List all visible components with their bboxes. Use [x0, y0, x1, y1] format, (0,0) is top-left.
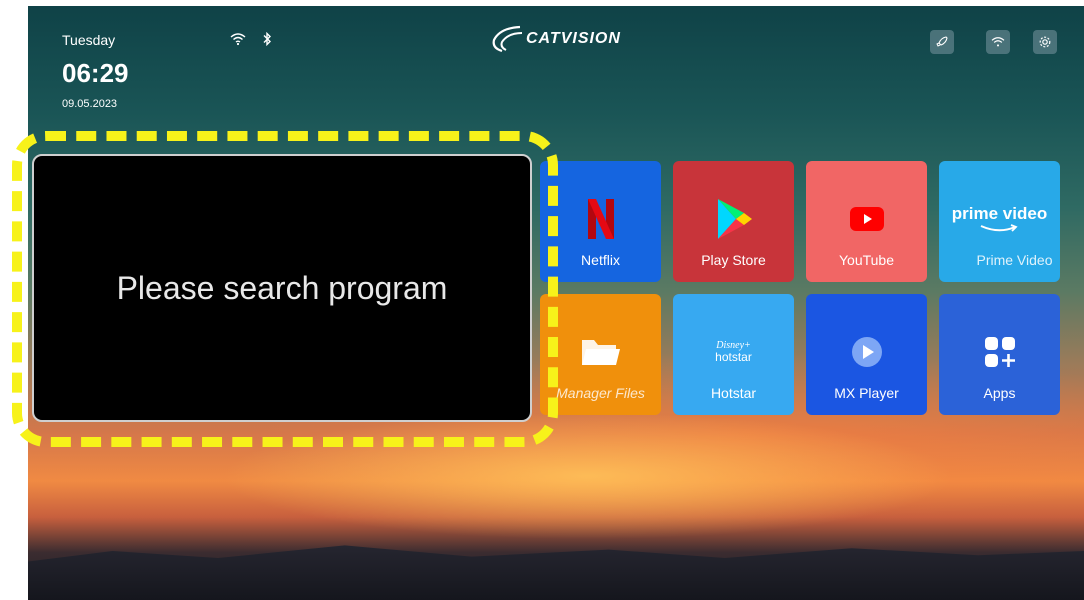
- clock-time: 06:29: [62, 58, 129, 88]
- app-tile-play-store[interactable]: Play Store: [673, 161, 794, 282]
- wifi-status-icon: [230, 32, 246, 51]
- date-label: 09.05.2023: [62, 98, 118, 110]
- app-tile-netflix[interactable]: Netflix: [540, 161, 661, 282]
- play-store-icon: [714, 191, 754, 247]
- tile-label: MX Player: [834, 385, 899, 401]
- tile-label: Manager: [556, 385, 612, 401]
- rocket-icon: [936, 36, 948, 47]
- prime-video-icon: prime video: [952, 191, 1047, 247]
- wifi-settings-button[interactable]: [986, 30, 1010, 54]
- tile-label: Files: [615, 385, 645, 401]
- rocket-button[interactable]: [930, 30, 954, 54]
- tile-label: YouTube: [838, 252, 894, 268]
- hotstar-icon: Disney+ hotstar: [715, 324, 752, 380]
- app-tile-youtube[interactable]: YouTube: [806, 161, 927, 282]
- hotstar-wordmark: hotstar: [715, 350, 752, 364]
- logo-swoosh-icon: [492, 25, 523, 53]
- highlight-annotation: [12, 131, 558, 447]
- mx-player-icon: [851, 324, 883, 380]
- tile-label-group: Manager Files: [540, 385, 661, 401]
- bluetooth-status-icon: [262, 31, 272, 51]
- netflix-icon: [586, 191, 616, 247]
- folder-icon: [580, 324, 622, 380]
- tile-label: Apps: [983, 385, 1016, 401]
- brand-logo: CATVISION: [490, 22, 621, 56]
- wifi-icon: [991, 37, 1005, 47]
- brand-logo-text: CATVISION: [526, 30, 621, 47]
- app-tile-apps[interactable]: Apps: [939, 294, 1060, 415]
- weekday-label: Tuesday: [62, 32, 116, 48]
- app-tile-hotstar[interactable]: Disney+ hotstar Hotstar: [673, 294, 794, 415]
- app-tile-mx-player[interactable]: MX Player: [806, 294, 927, 415]
- background-landscape: [28, 545, 1084, 600]
- tile-label: Prime Video: [976, 252, 1053, 268]
- apps-grid-icon: [983, 324, 1017, 380]
- gear-icon: [1039, 36, 1051, 48]
- settings-button[interactable]: [1033, 30, 1057, 54]
- tile-label: Play Store: [701, 252, 766, 268]
- app-tile-file-manager[interactable]: Manager Files: [540, 294, 661, 415]
- youtube-icon: [849, 191, 884, 247]
- app-tile-prime-video[interactable]: prime video Prime Video: [939, 161, 1060, 282]
- tile-label: Hotstar: [710, 385, 757, 401]
- prime-video-wordmark: prime video: [951, 204, 1048, 223]
- tile-label: Netflix: [581, 252, 620, 268]
